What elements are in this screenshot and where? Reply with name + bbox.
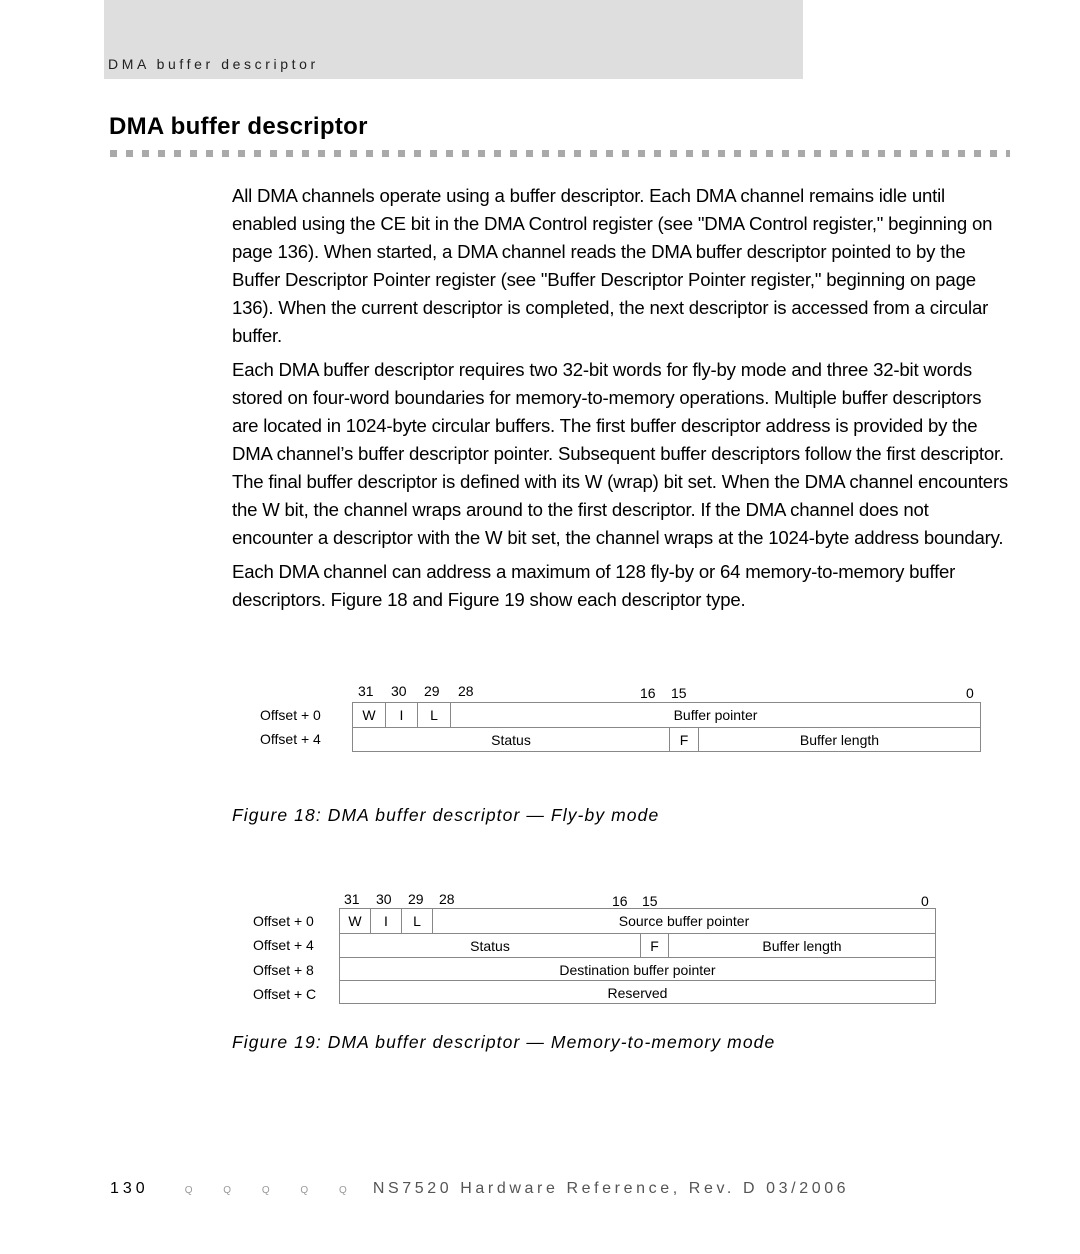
register-row: Reserved bbox=[340, 980, 935, 1004]
register-table: W I L Source buffer pointer Status F Buf… bbox=[339, 908, 936, 1004]
paragraph: Each DMA channel can address a maximum o… bbox=[232, 561, 956, 610]
field-buffer-length: Buffer length bbox=[762, 938, 842, 954]
figure-19-caption: Figure 19: DMA buffer descriptor — Memor… bbox=[232, 1032, 776, 1052]
field-w: W bbox=[353, 703, 386, 727]
bit-label: 16 bbox=[612, 893, 628, 909]
register-row: W I L Buffer pointer bbox=[353, 703, 980, 727]
bit-label: 0 bbox=[966, 685, 974, 701]
register-row: Status F Buffer length bbox=[353, 727, 980, 752]
bit-label: 29 bbox=[408, 891, 424, 907]
register-table: W I L Buffer pointer Status F Buffer len… bbox=[352, 702, 981, 752]
field-w: W bbox=[340, 909, 371, 933]
bit-label: 30 bbox=[391, 683, 407, 699]
bit-label: 28 bbox=[458, 683, 474, 699]
paragraph: All DMA channels operate using a buffer … bbox=[232, 185, 993, 346]
field-status: Status bbox=[340, 934, 641, 958]
running-header-text: DMA buffer descriptor bbox=[108, 56, 319, 72]
register-row: Destination buffer pointer bbox=[340, 957, 935, 981]
bit-label: 28 bbox=[439, 891, 455, 907]
footer-text: NS7520 Hardware Reference, Rev. D 03/200… bbox=[372, 1180, 850, 1197]
offset-label: Offset + 0 bbox=[260, 707, 321, 723]
field-reserved: Reserved bbox=[607, 984, 668, 1001]
paragraph: Each DMA buffer descriptor requires two … bbox=[232, 359, 1009, 548]
field-l: L bbox=[402, 909, 433, 933]
field-source-buffer-pointer: Source buffer pointer bbox=[618, 913, 750, 929]
field-status: Status bbox=[353, 728, 670, 752]
bit-label: 15 bbox=[671, 685, 687, 701]
offset-label: Offset + 0 bbox=[253, 913, 314, 929]
section-title: DMA buffer descriptor bbox=[109, 113, 368, 140]
bit-label: 31 bbox=[358, 683, 374, 699]
field-destination-buffer-pointer: Destination buffer pointer bbox=[559, 961, 716, 978]
footer-marks: Q Q Q Q Q bbox=[184, 1185, 361, 1196]
register-row: W I L Source buffer pointer bbox=[340, 909, 935, 933]
field-i: I bbox=[386, 703, 418, 727]
page-footer: 130 Q Q Q Q Q NS7520 Hardware Reference,… bbox=[110, 1180, 849, 1198]
bit-label: 16 bbox=[640, 685, 656, 701]
field-l: L bbox=[418, 703, 451, 727]
bit-label: 31 bbox=[344, 891, 360, 907]
offset-label: Offset + 4 bbox=[260, 731, 321, 747]
body-text: All DMA channels operate using a buffer … bbox=[232, 182, 1012, 620]
offset-label: Offset + 8 bbox=[253, 962, 314, 978]
dotted-divider bbox=[110, 150, 1010, 157]
page-number: 130 bbox=[110, 1180, 149, 1197]
running-header: DMA buffer descriptor bbox=[104, 0, 803, 79]
offset-label: Offset + C bbox=[253, 986, 317, 1002]
field-f: F bbox=[641, 934, 669, 958]
field-f: F bbox=[670, 728, 699, 752]
field-buffer-pointer: Buffer pointer bbox=[673, 707, 758, 723]
figure-18-caption: Figure 18: DMA buffer descriptor — Fly-b… bbox=[232, 805, 660, 825]
bit-label: 0 bbox=[921, 893, 929, 909]
bit-label: 29 bbox=[424, 683, 440, 699]
register-row: Status F Buffer length bbox=[340, 933, 935, 958]
field-i: I bbox=[371, 909, 402, 933]
field-buffer-length: Buffer length bbox=[799, 732, 880, 748]
offset-label: Offset + 4 bbox=[253, 937, 314, 953]
bit-label: 15 bbox=[642, 893, 658, 909]
bit-label: 30 bbox=[376, 891, 392, 907]
